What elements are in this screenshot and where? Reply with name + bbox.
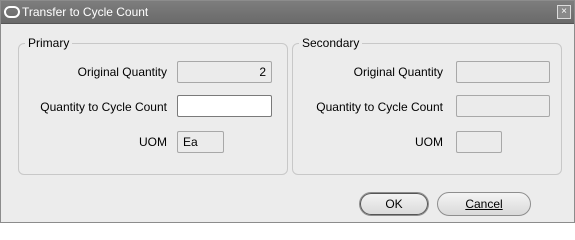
window-title: Transfer to Cycle Count [22, 5, 149, 19]
secondary-qty-to-cycle-count-field [456, 95, 550, 117]
title-bar[interactable]: Transfer to Cycle Count × [1, 1, 574, 24]
secondary-legend: Secondary [299, 36, 363, 50]
secondary-uom-label: UOM [415, 135, 443, 149]
primary-uom-label: UOM [139, 135, 167, 149]
primary-uom-field: Ea [177, 131, 224, 153]
close-icon[interactable]: × [557, 5, 571, 19]
secondary-uom-field [456, 131, 502, 153]
primary-qty-to-cycle-count-label: Quantity to Cycle Count [40, 100, 167, 114]
transfer-dialog: Transfer to Cycle Count × Primary Origin… [0, 0, 575, 223]
cancel-button-label: Cancel [465, 197, 503, 211]
primary-original-quantity-label: Original Quantity [77, 65, 167, 79]
app-icon [4, 6, 20, 18]
primary-original-quantity-field: 2 [177, 61, 272, 83]
secondary-original-quantity-label: Original Quantity [353, 65, 443, 79]
primary-legend: Primary [25, 36, 73, 50]
secondary-original-quantity-field [456, 61, 550, 83]
cancel-button[interactable]: Cancel [437, 192, 531, 216]
ok-button[interactable]: OK [359, 192, 429, 216]
secondary-group: Secondary Original Quantity Quantity to … [292, 36, 562, 175]
primary-group: Primary Original Quantity 2 Quantity to … [18, 36, 288, 175]
secondary-qty-to-cycle-count-label: Quantity to Cycle Count [316, 100, 443, 114]
primary-qty-to-cycle-count-input[interactable] [177, 95, 272, 117]
